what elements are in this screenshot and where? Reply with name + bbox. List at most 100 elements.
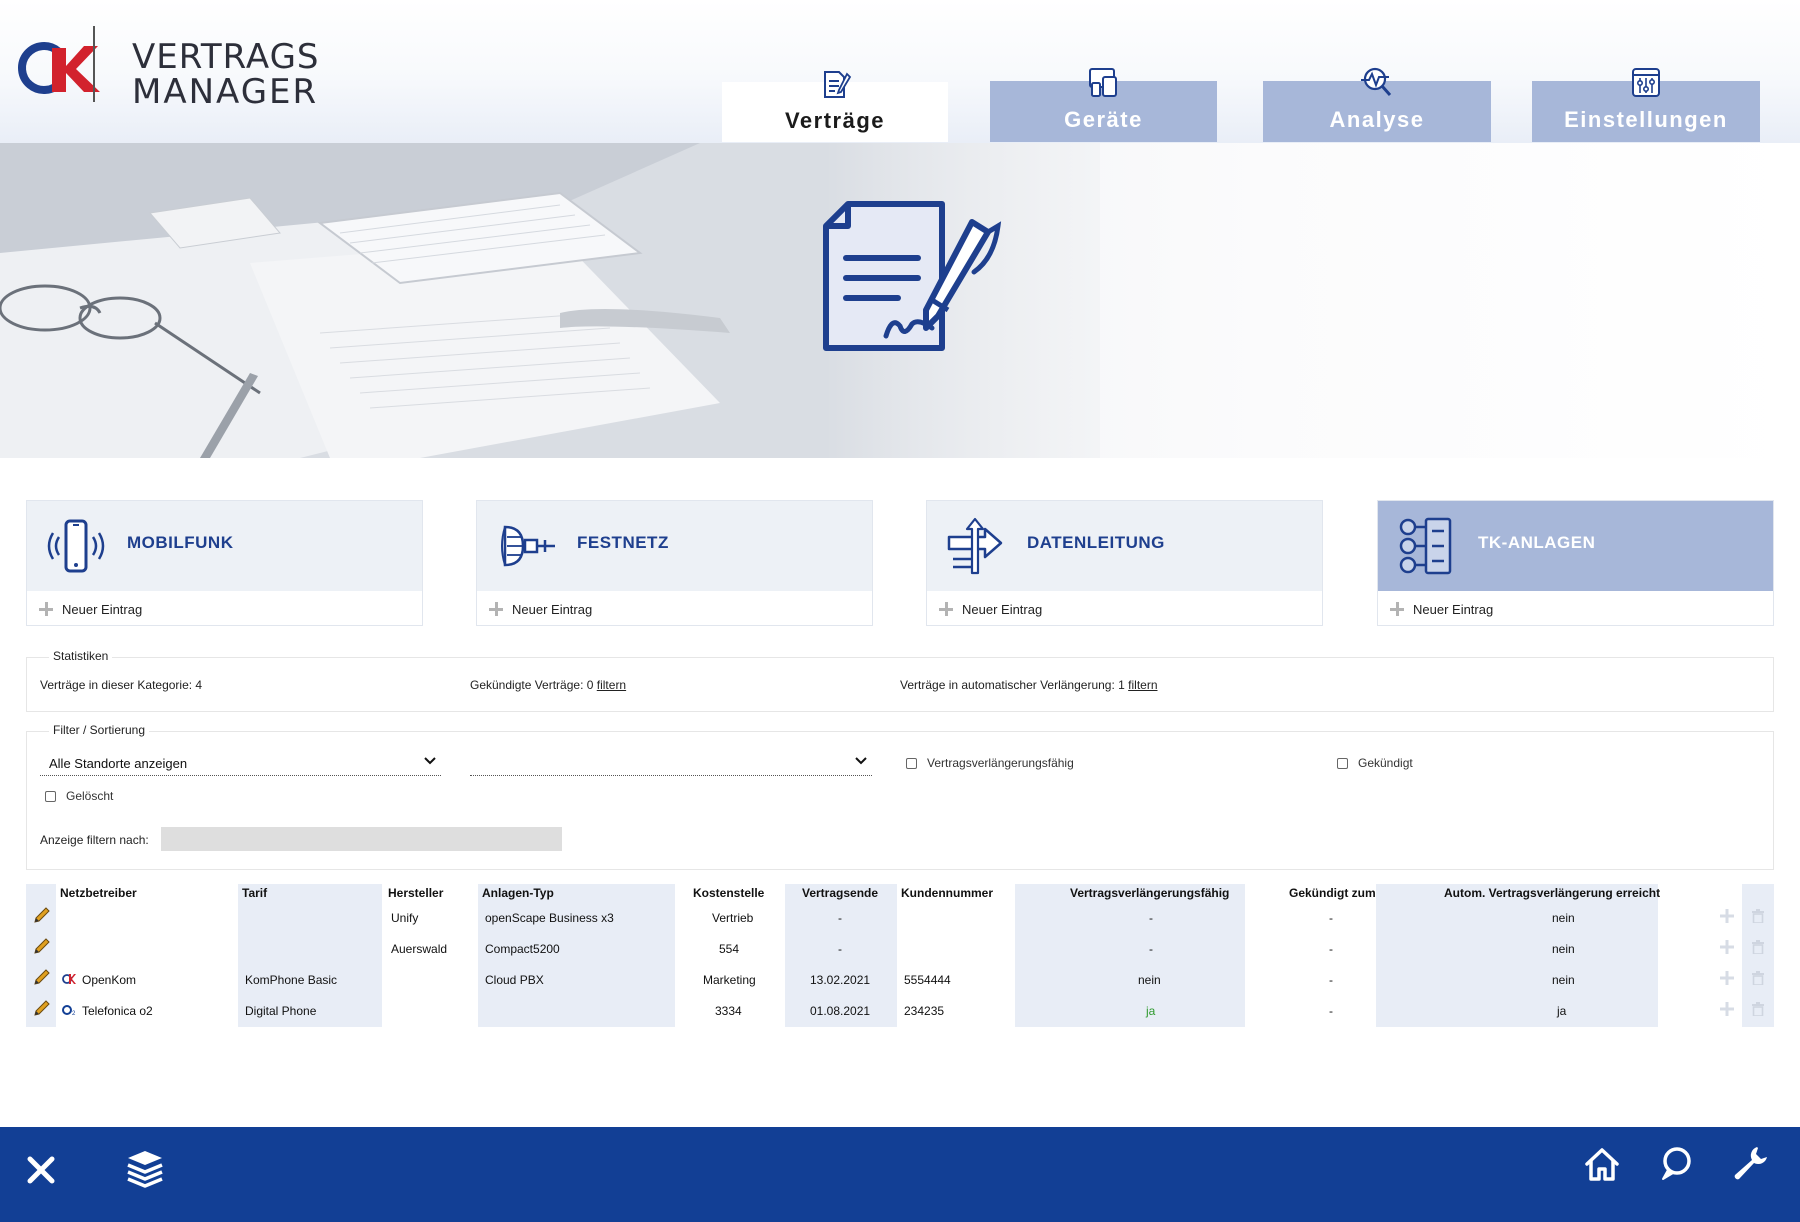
header-hersteller[interactable]: Hersteller (388, 886, 443, 900)
card-title: DATENLEITUNG (1027, 533, 1165, 552)
home-icon[interactable] (1584, 1146, 1620, 1182)
search-input[interactable] (161, 827, 562, 851)
header-gekuendigt-zum[interactable]: Gekündigt zum (1289, 886, 1376, 900)
mobile-phone-icon (47, 519, 105, 573)
table-cell: - (1329, 1004, 1333, 1018)
category-card-mobilfunk[interactable]: MOBILFUNK Neuer Eintrag (26, 500, 423, 626)
chevron-down-icon (424, 757, 436, 765)
filter-panel: Filter / Sortierung Alle Standorte anzei… (26, 723, 1774, 870)
header-anlagen-typ[interactable]: Anlagen-Typ (482, 886, 554, 900)
card-header[interactable]: DATENLEITUNG (927, 501, 1322, 591)
layers-icon[interactable] (126, 1148, 164, 1188)
tab-label: Analyse (1329, 107, 1425, 132)
card-header[interactable]: MOBILFUNK (27, 501, 422, 591)
new-entry-button[interactable]: Neuer Eintrag (489, 598, 592, 620)
header-kostenstelle[interactable]: Kostenstelle (693, 886, 764, 900)
chevron-down-icon (855, 757, 867, 765)
table-cell: Compact5200 (485, 942, 560, 956)
filter-cancelled-link[interactable]: filtern (597, 678, 626, 692)
table-cell: - (1149, 942, 1153, 956)
tab-geraete[interactable]: Geräte (990, 68, 1217, 142)
edit-pencil-icon[interactable] (34, 938, 50, 954)
add-row-icon[interactable] (1720, 940, 1734, 954)
new-entry-button[interactable]: Neuer Eintrag (39, 598, 142, 620)
header-verlaengerungsfaehig[interactable]: Vertragsverlängerungsfähig (1070, 886, 1229, 900)
chat-icon[interactable] (1659, 1146, 1693, 1182)
edit-pencil-icon[interactable] (34, 969, 50, 985)
card-header[interactable]: FESTNETZ (477, 501, 872, 591)
edit-pencil-icon[interactable] (34, 1000, 50, 1016)
category-card-festnetz[interactable]: FESTNETZ Neuer Eintrag (476, 500, 873, 626)
filter-auto-link[interactable]: filtern (1128, 678, 1157, 692)
data-arrows-icon (947, 517, 1003, 575)
header-netzbetreiber[interactable]: Netzbetreiber (60, 886, 137, 900)
openkom-logo-icon (62, 974, 76, 984)
delete-trash-icon[interactable] (1751, 909, 1765, 923)
tab-vertraege[interactable]: Verträge (722, 71, 948, 142)
add-row-icon[interactable] (1720, 1002, 1734, 1016)
table-cell: 5554444 (904, 973, 951, 987)
table-cell: Telefonica o2 (82, 1004, 153, 1018)
checkbox-deleted[interactable]: Gelöscht (45, 789, 113, 803)
plus-icon (489, 602, 503, 616)
card-title: FESTNETZ (577, 533, 669, 552)
app-root: VERTRAGS MANAGER Verträge Geräte Analyse… (0, 0, 1800, 1222)
delete-trash-icon[interactable] (1751, 971, 1765, 985)
location-select-value: Alle Standorte anzeigen (49, 756, 188, 771)
card-title: TK-ANLAGEN (1478, 533, 1596, 552)
header-auto-verlaengerung[interactable]: Autom. Vertragsverlängerung erreicht (1444, 886, 1660, 900)
edit-pencil-icon[interactable] (34, 907, 50, 923)
table-cell: Cloud PBX (485, 973, 544, 987)
header-tarif[interactable]: Tarif (242, 886, 267, 900)
checkbox-label: Gekündigt (1358, 756, 1413, 770)
checkbox-renewable[interactable]: Vertragsverlängerungsfähig (906, 756, 1074, 770)
statistics-panel: Statistiken Verträge in dieser Kategorie… (26, 649, 1774, 712)
header-kundennummer[interactable]: Kundennummer (901, 886, 993, 900)
wrench-icon[interactable] (1731, 1144, 1769, 1182)
landline-connector-icon (501, 525, 555, 567)
stat-cancelled: Gekündigte Verträge: 0 filtern (470, 678, 626, 692)
card-header[interactable]: TK-ANLAGEN (1378, 501, 1773, 591)
category-card-tk-anlagen[interactable]: TK-ANLAGEN Neuer Eintrag (1377, 500, 1774, 626)
checkbox-cancelled[interactable]: Gekündigt (1337, 756, 1413, 770)
table-cell: - (838, 911, 842, 925)
table-cell: - (1329, 911, 1333, 925)
delete-trash-icon[interactable] (1751, 1002, 1765, 1016)
category-card-datenleitung[interactable]: DATENLEITUNG Neuer Eintrag (926, 500, 1323, 626)
add-row-icon[interactable] (1720, 971, 1734, 985)
delete-trash-icon[interactable] (1751, 940, 1765, 954)
tab-analyse[interactable]: Analyse (1263, 67, 1491, 142)
header-vertragsende[interactable]: Vertragsende (802, 886, 878, 900)
new-entry-label: Neuer Eintrag (62, 601, 143, 617)
tab-einstellungen[interactable]: Einstellungen (1532, 68, 1760, 142)
tab-label: Verträge (784, 108, 886, 133)
logo-text: VERTRAGS MANAGER (132, 40, 320, 110)
location-select[interactable]: Alle Standorte anzeigen (40, 752, 441, 776)
header: VERTRAGS MANAGER Verträge Geräte Analyse… (0, 0, 1800, 143)
card-title: MOBILFUNK (127, 533, 234, 552)
search-label: Anzeige filtern nach: (40, 833, 149, 847)
checkbox-label: Vertragsverlängerungsfähig (927, 756, 1074, 770)
checkbox-box[interactable] (906, 757, 917, 769)
table-cell: Unify (391, 911, 419, 925)
new-entry-button[interactable]: Neuer Eintrag (1390, 598, 1493, 620)
table-cell: Vertrieb (712, 911, 754, 925)
secondary-select[interactable] (470, 752, 872, 776)
new-entry-button[interactable]: Neuer Eintrag (939, 598, 1042, 620)
contract-sign-icon (823, 201, 1002, 351)
stat-cancelled-text: Gekündigte Verträge: 0 (470, 678, 594, 692)
filter-legend: Filter / Sortierung (49, 723, 150, 737)
table-cell: OpenKom (82, 973, 137, 987)
table-cell: - (1149, 911, 1153, 925)
add-row-icon[interactable] (1720, 909, 1734, 923)
table-cell: 3334 (715, 1004, 742, 1018)
close-icon[interactable] (25, 1154, 57, 1186)
tab-label: Einstellungen (1564, 107, 1728, 132)
logo: VERTRAGS MANAGER (14, 26, 334, 118)
table-cell: Marketing (703, 973, 756, 987)
checkbox-box[interactable] (1337, 757, 1348, 769)
new-entry-label: Neuer Eintrag (962, 601, 1043, 617)
checkbox-box[interactable] (45, 790, 56, 802)
footer-bar (0, 1127, 1800, 1222)
logo-line-2: MANAGER (132, 72, 319, 112)
